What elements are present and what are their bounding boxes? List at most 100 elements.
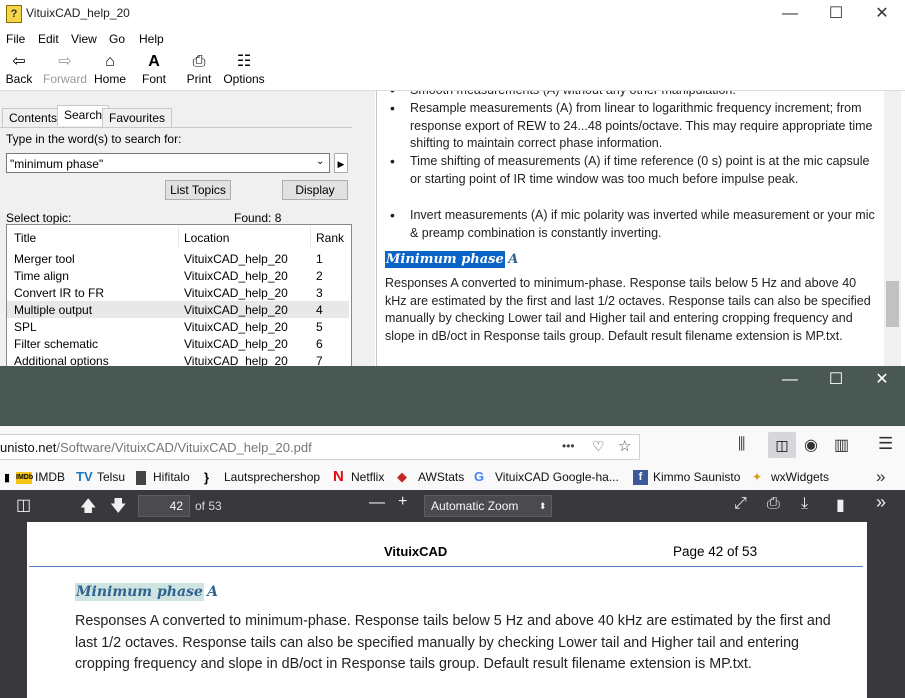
zoom-in-icon[interactable]: + <box>398 493 407 511</box>
menu-view[interactable]: View <box>71 32 97 46</box>
telsu-icon: TV <box>76 469 93 484</box>
pdf-tools-overflow-icon[interactable]: » <box>876 492 886 513</box>
bookmark-hifitalo[interactable]: Hifitalo <box>153 470 190 484</box>
pocket-icon[interactable]: ♡ <box>592 438 605 455</box>
display-button[interactable]: Display <box>282 180 348 200</box>
library-icon[interactable]: ⫼ <box>738 436 745 454</box>
bookmark-vituixcad-google[interactable]: VituixCAD Google-ha... <box>495 470 619 484</box>
search-arrow-button[interactable]: ▶ <box>334 153 348 173</box>
home-label: Home <box>93 72 126 86</box>
search-dropdown-chevron-icon[interactable]: ⌄ <box>316 156 324 167</box>
firefox-navbar: unisto.net/Software/VituixCAD/VituixCAD_… <box>0 426 905 466</box>
presentation-mode-icon[interactable]: ⤢ <box>734 495 747 513</box>
options-button[interactable]: ☷ Options <box>219 52 269 86</box>
help-content-scrollbar[interactable] <box>884 91 901 366</box>
help-close-button[interactable]: ✕ <box>859 0 905 28</box>
url-bar[interactable]: unisto.net/Software/VituixCAD/VituixCAD_… <box>0 434 640 460</box>
pdf-print-icon[interactable]: ⎙ <box>767 495 780 513</box>
bookmark-wxwidgets[interactable]: wxWidgets <box>771 470 829 484</box>
print-button[interactable]: ⎙ Print <box>174 52 224 86</box>
row-location: VituixCAD_help_20 <box>184 320 288 334</box>
pdf-save-icon[interactable]: ⤓ <box>801 495 808 513</box>
forward-button[interactable]: ⇨ Forward <box>40 52 90 86</box>
table-row-selected[interactable]: Multiple output VituixCAD_help_20 4 <box>7 301 349 318</box>
ff-minimize-button[interactable]: — <box>767 366 813 394</box>
help-minimize-button[interactable]: — <box>767 0 813 28</box>
tab-favourites[interactable]: Favourites <box>102 108 173 127</box>
row-location: VituixCAD_help_20 <box>184 337 288 351</box>
bookmark-imdb[interactable]: IMDB <box>35 470 65 484</box>
table-row[interactable]: Filter schematic VituixCAD_help_20 6 <box>7 335 349 352</box>
menu-help[interactable]: Help <box>139 32 164 46</box>
column-divider <box>178 227 179 247</box>
table-row[interactable]: Convert IR to FR VituixCAD_help_20 3 <box>7 284 349 301</box>
found-count: Found: 8 <box>234 211 282 225</box>
row-location: VituixCAD_help_20 <box>184 269 288 283</box>
menu-file[interactable]: File <box>6 32 25 46</box>
row-location: VituixCAD_help_20 <box>184 252 288 266</box>
help-content-pane: Smooth measurements (A) without any othe… <box>376 91 905 366</box>
pdf-section-heading: Minimum phase A <box>75 583 219 601</box>
row-rank: 4 <box>316 303 323 317</box>
bookmark-folder-icon[interactable]: ▮ <box>4 471 10 484</box>
menu-go[interactable]: Go <box>109 32 125 46</box>
next-page-icon[interactable]: 🡇 <box>110 495 126 522</box>
hamburger-menu-icon[interactable]: ☰ <box>878 434 893 454</box>
bookmark-telsu[interactable]: Telsu <box>97 470 125 484</box>
extension-icon[interactable]: ▥ <box>834 435 849 455</box>
pdf-sidebar-toggle-icon[interactable]: ◫ <box>16 495 31 515</box>
column-rank[interactable]: Rank <box>316 231 344 245</box>
page-number-input[interactable]: 42 <box>138 495 190 517</box>
zoom-out-icon[interactable]: — <box>369 494 385 512</box>
ff-maximize-button[interactable]: ☐ <box>813 366 859 394</box>
bookmark-awstats[interactable]: AWStats <box>418 470 464 484</box>
bookmark-star-icon[interactable]: ☆ <box>618 437 631 455</box>
page-actions-button[interactable]: ••• <box>562 439 575 453</box>
bullet-item: Time shifting of measurements (A) if tim… <box>390 153 880 188</box>
bookmark-lautsprechershop[interactable]: Lautsprechershop <box>224 470 320 484</box>
sidebar-toggle-icon[interactable]: ◫ <box>768 432 796 458</box>
printer-icon: ⎙ <box>192 53 206 70</box>
pdf-bookmark-icon[interactable]: ▮ <box>836 495 845 515</box>
back-label: Back <box>5 72 33 86</box>
back-arrow-icon: ⇦ <box>12 53 26 70</box>
zoom-select[interactable]: Automatic Zoom ⬍ <box>424 495 552 517</box>
search-input[interactable]: "minimum phase" <box>6 153 330 173</box>
row-rank: 6 <box>316 337 323 351</box>
font-icon: A <box>148 53 160 70</box>
home-button[interactable]: ⌂ Home <box>85 52 135 86</box>
table-row[interactable]: SPL VituixCAD_help_20 5 <box>7 318 349 335</box>
column-title[interactable]: Title <box>14 231 36 245</box>
row-rank: 1 <box>316 252 323 266</box>
heading-suffix: A <box>508 252 519 267</box>
ff-close-button[interactable]: ✕ <box>859 366 905 394</box>
row-title: SPL <box>14 320 37 334</box>
list-topics-button[interactable]: List Topics <box>165 180 231 200</box>
scrollbar-thumb[interactable] <box>886 281 899 327</box>
pdf-page: VituixCAD Page 42 of 53 Minimum phase A … <box>27 522 867 698</box>
help-menubar: File Edit View Go Help <box>0 29 905 49</box>
back-button[interactable]: ⇦ Back <box>0 52 44 86</box>
row-rank: 3 <box>316 286 323 300</box>
section-heading: Minimum phase A <box>385 251 518 269</box>
row-title: Convert IR to FR <box>14 286 105 300</box>
bookmark-kimmo-saunisto[interactable]: Kimmo Saunisto <box>653 470 740 484</box>
zoom-value: Automatic Zoom <box>431 499 519 513</box>
pdf-heading-suffix: A <box>207 584 219 600</box>
previous-page-icon[interactable]: 🡅 <box>80 495 96 522</box>
account-icon[interactable]: ◉ <box>804 435 818 455</box>
url-text[interactable]: unisto.net/Software/VituixCAD/VituixCAD_… <box>0 440 312 455</box>
menu-edit[interactable]: Edit <box>38 32 59 46</box>
bookmarks-overflow-icon[interactable]: » <box>876 467 885 487</box>
column-location[interactable]: Location <box>184 231 229 245</box>
options-label: Options <box>223 72 265 86</box>
help-maximize-button[interactable]: ☐ <box>813 0 859 28</box>
bookmark-netflix[interactable]: Netflix <box>351 470 384 484</box>
tab-contents[interactable]: Contents <box>2 108 65 127</box>
help-toolbar: ⇦ Back ⇨ Forward ⌂ Home A Font ⎙ Print ☷… <box>0 50 905 91</box>
font-button[interactable]: A Font <box>129 52 179 86</box>
table-row[interactable]: Merger tool VituixCAD_help_20 1 <box>7 250 349 267</box>
bullet-item: Smooth measurements (A) without any othe… <box>390 91 880 100</box>
print-label: Print <box>186 72 212 86</box>
table-row[interactable]: Time align VituixCAD_help_20 2 <box>7 267 349 284</box>
